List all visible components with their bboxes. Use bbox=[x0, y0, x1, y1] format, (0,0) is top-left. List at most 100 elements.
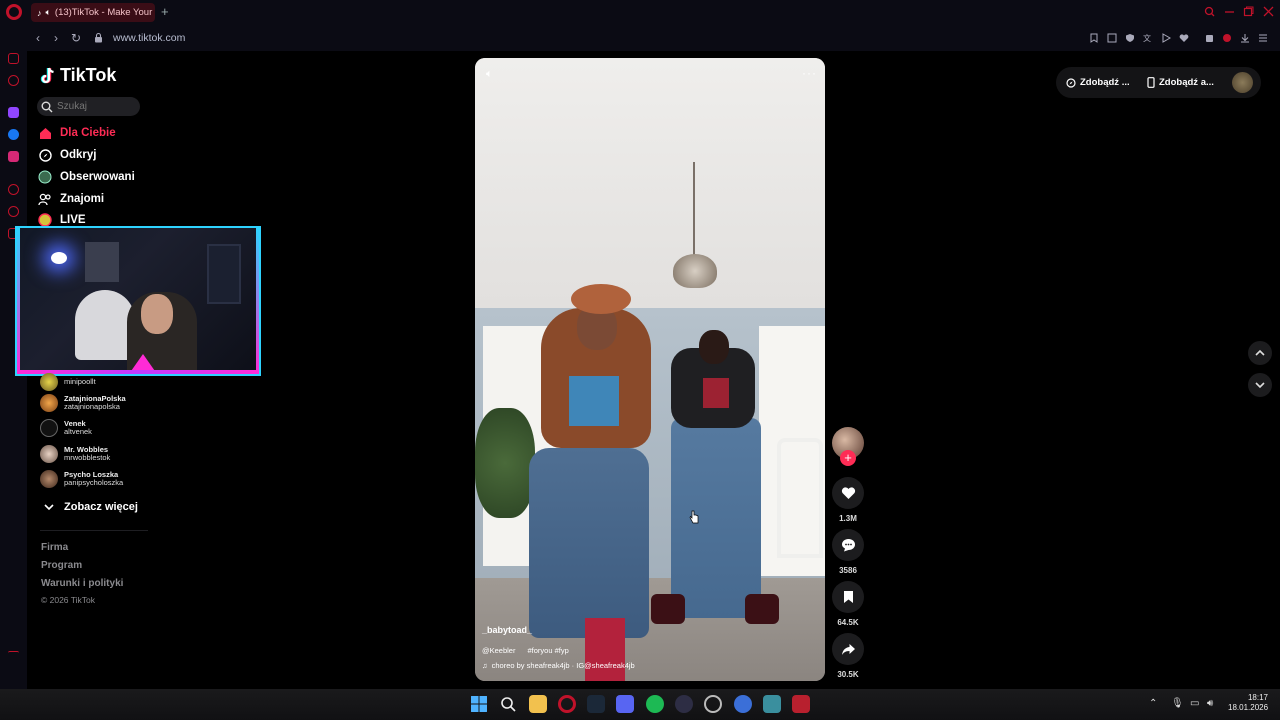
app-icon[interactable] bbox=[763, 695, 781, 713]
volume-icon[interactable]: 🔊︎ bbox=[1207, 698, 1213, 709]
next-video-button[interactable] bbox=[1248, 373, 1272, 397]
search-icon[interactable] bbox=[499, 695, 517, 713]
close-icon[interactable] bbox=[1263, 6, 1274, 17]
save-button[interactable] bbox=[832, 581, 864, 613]
steam-icon[interactable] bbox=[587, 695, 605, 713]
history-icon[interactable] bbox=[8, 75, 19, 86]
followed-account[interactable]: minipoollt bbox=[40, 373, 96, 391]
room-window bbox=[207, 244, 241, 304]
wallet-icon[interactable] bbox=[8, 53, 19, 64]
follow-plus-icon[interactable]: + bbox=[840, 450, 856, 466]
heart-icon bbox=[841, 487, 855, 499]
browser-tab[interactable]: ♪ 🔈︎ (13)TikTok - Make Your bbox=[31, 3, 155, 22]
get-app-button[interactable]: Zdobądź a... bbox=[1147, 77, 1214, 88]
account-icon[interactable] bbox=[1222, 33, 1232, 43]
tab-title: (13)TikTok - Make Your bbox=[54, 7, 153, 18]
messenger-icon[interactable] bbox=[8, 129, 19, 140]
minimize-icon[interactable] bbox=[1224, 6, 1235, 17]
video-music[interactable]: ♫ choreo by sheafreak4jb · IG@sheafreak4… bbox=[482, 661, 635, 670]
followed-account[interactable]: Venek altvenek bbox=[40, 419, 92, 437]
app-icon[interactable] bbox=[675, 695, 693, 713]
windows-start-icon[interactable] bbox=[470, 695, 488, 713]
puzzle-icon[interactable] bbox=[1205, 33, 1215, 43]
more-options-icon[interactable]: ··· bbox=[802, 66, 817, 80]
menu-icon[interactable] bbox=[1258, 33, 1268, 43]
previous-video-button[interactable] bbox=[1248, 341, 1272, 365]
dancer-right-legs bbox=[671, 418, 761, 618]
nav-for-you[interactable]: Dla Ciebie bbox=[38, 126, 116, 140]
footer-link-program[interactable]: Program bbox=[41, 560, 82, 571]
bookmark-icon[interactable] bbox=[1089, 33, 1099, 43]
nav-following[interactable]: Obserwowani bbox=[38, 170, 135, 184]
nav-label: Obserwowani bbox=[60, 171, 135, 183]
snapshot-icon[interactable] bbox=[1107, 33, 1117, 43]
speaker-icon[interactable]: 🔈︎ bbox=[46, 7, 51, 18]
live-icon bbox=[38, 213, 52, 227]
share-button[interactable] bbox=[832, 633, 864, 665]
see-more-button[interactable]: Zobacz więcej bbox=[44, 501, 138, 513]
new-tab-button[interactable]: + bbox=[161, 4, 169, 19]
translate-icon[interactable]: 文 bbox=[1143, 33, 1153, 43]
back-icon[interactable]: ‹ bbox=[36, 31, 40, 45]
reload-icon[interactable]: ↻ bbox=[71, 31, 81, 45]
maximize-icon[interactable] bbox=[1243, 6, 1254, 17]
download-icon[interactable] bbox=[1240, 33, 1250, 43]
nav-friends[interactable]: Znajomi bbox=[38, 192, 104, 206]
volume-icon[interactable]: 🔈︎ bbox=[486, 68, 493, 81]
file-explorer-icon[interactable] bbox=[529, 695, 547, 713]
more-icon[interactable] bbox=[8, 651, 19, 655]
followed-account[interactable]: Mr. Wobbles mrwobblestok bbox=[40, 445, 110, 463]
windows-taskbar bbox=[0, 689, 1280, 720]
tiktok-logo[interactable]: TikTok bbox=[40, 65, 116, 86]
chevron-up-icon[interactable]: ⌃ bbox=[1149, 698, 1157, 709]
profile-avatar[interactable] bbox=[1232, 72, 1253, 93]
browser-tab-bar: ♪ 🔈︎ (13)TikTok - Make Your + bbox=[0, 0, 1280, 25]
followed-account[interactable]: Psycho Loszka panipsycholoszka bbox=[40, 470, 123, 488]
microphone-icon[interactable]: 🎙︎ bbox=[1171, 698, 1184, 709]
instagram-icon[interactable] bbox=[8, 151, 19, 162]
followed-account[interactable]: ZatajnionaPolska zatajnionapolska bbox=[40, 394, 126, 412]
caption-tags[interactable]: #foryou #fyp bbox=[527, 646, 568, 655]
obs-icon[interactable] bbox=[704, 695, 722, 713]
network-icon[interactable]: ▭ bbox=[1190, 698, 1199, 709]
spotify-icon[interactable] bbox=[646, 695, 664, 713]
nav-explore[interactable]: Odkryj bbox=[38, 148, 96, 162]
see-more-label: Zobacz więcej bbox=[64, 501, 138, 513]
nav-label: Dla Ciebie bbox=[60, 127, 116, 139]
following-avatar-icon bbox=[38, 170, 52, 184]
heart-extension-icon[interactable] bbox=[1179, 33, 1189, 43]
avatar bbox=[40, 419, 58, 437]
dancer-left-hat bbox=[571, 284, 631, 314]
get-coins-button[interactable]: Zdobądź ... bbox=[1066, 77, 1130, 88]
nav-label: Odkryj bbox=[60, 149, 97, 161]
caption-user[interactable]: @Keebler bbox=[482, 646, 515, 655]
share-count: 30.5K bbox=[837, 670, 859, 679]
twitch-icon[interactable] bbox=[8, 107, 19, 118]
streamer-bot-icon[interactable] bbox=[792, 695, 810, 713]
webcam-overlay bbox=[15, 226, 261, 376]
app-icon[interactable] bbox=[734, 695, 752, 713]
search-tabs-icon[interactable] bbox=[1204, 6, 1215, 17]
play-icon[interactable] bbox=[1161, 33, 1171, 43]
forward-icon[interactable]: › bbox=[54, 31, 58, 45]
footer-link-company[interactable]: Firma bbox=[41, 542, 68, 553]
footer-link-terms[interactable]: Warunki i polityki bbox=[41, 578, 123, 589]
system-clock[interactable]: 18:17 18.01.2026 bbox=[1228, 693, 1268, 713]
comment-button[interactable] bbox=[832, 529, 864, 561]
chat-icon[interactable] bbox=[8, 206, 19, 217]
clock-icon[interactable] bbox=[8, 184, 19, 195]
url-field[interactable]: www.tiktok.com bbox=[113, 32, 185, 44]
nav-live[interactable]: LIVE bbox=[38, 213, 86, 227]
shield-icon[interactable] bbox=[1125, 33, 1135, 43]
get-coins-label: Zdobądź ... bbox=[1080, 77, 1130, 88]
opera-gx-icon[interactable] bbox=[558, 695, 576, 713]
opera-logo-icon[interactable] bbox=[6, 4, 22, 20]
neon-frame bbox=[17, 228, 20, 374]
search-box[interactable] bbox=[37, 97, 140, 116]
video-player[interactable] bbox=[475, 58, 825, 681]
like-button[interactable] bbox=[832, 477, 864, 509]
search-input[interactable] bbox=[57, 101, 137, 112]
discord-icon[interactable] bbox=[616, 695, 634, 713]
wall-poster bbox=[85, 242, 119, 282]
comment-count: 3586 bbox=[839, 566, 857, 575]
